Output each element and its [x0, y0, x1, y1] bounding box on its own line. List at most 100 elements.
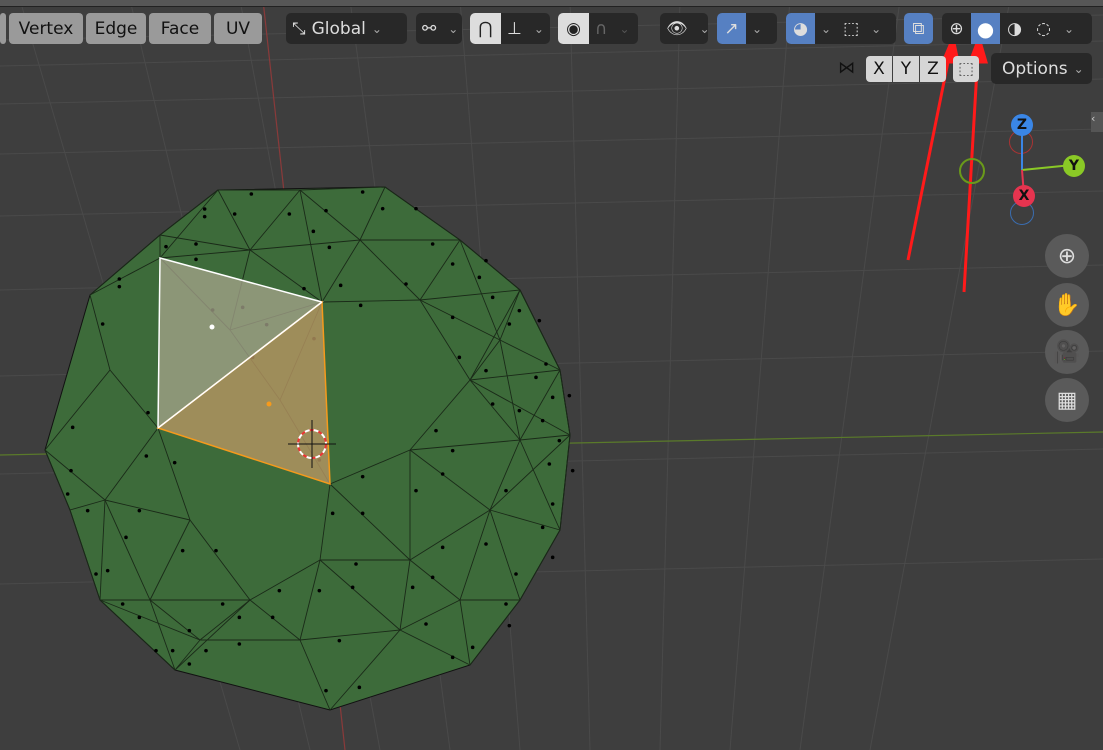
edge-select-button[interactable]: Edge — [86, 13, 146, 44]
snapping-group[interactable]: ⋂ ⊥ ⌄ — [470, 13, 550, 44]
face-dot — [434, 428, 438, 433]
face-dot — [202, 207, 207, 211]
3d-viewport[interactable] — [0, 0, 1103, 750]
face-dot — [237, 642, 242, 646]
mirror-x-toggle[interactable]: X — [866, 56, 892, 82]
face-dot — [194, 242, 198, 246]
proportional-edit-icon[interactable]: ◉ — [558, 13, 589, 44]
face-dot — [172, 460, 177, 465]
face-dot — [540, 525, 545, 530]
options-label: Options — [1002, 58, 1068, 79]
face-dot — [124, 535, 128, 540]
shading-group[interactable]: ⊕ ● ◑ ◌ ⌄ — [942, 13, 1092, 44]
face-dot — [517, 308, 522, 313]
grid-line — [0, 190, 1103, 217]
mirror-z-toggle[interactable]: Z — [920, 56, 946, 82]
gizmo-dropdown[interactable]: ↗ ⌄ — [717, 13, 777, 44]
overlays-icon[interactable]: ◕ — [786, 13, 815, 44]
mesh-edit-overlay-icon[interactable]: ⬚ — [837, 13, 865, 44]
grid-line — [569, 0, 591, 750]
face-dot — [202, 214, 207, 219]
chevron-down-icon: ⌄ — [1073, 61, 1084, 76]
face-dot — [287, 212, 292, 216]
face-dot — [414, 488, 418, 493]
face-dot — [354, 562, 358, 566]
face-dot — [237, 615, 242, 620]
grid-line — [0, 78, 1103, 105]
gizmo-icon[interactable]: ↗ — [717, 13, 746, 44]
gizmo-y-axis[interactable]: Y — [1063, 155, 1085, 177]
face-dot — [380, 206, 385, 211]
pivot-point-dropdown[interactable]: ⚯ ⌄ — [416, 13, 462, 44]
face-dot — [337, 638, 342, 643]
selectability-dropdown[interactable]: 👁 ⌄ — [660, 13, 710, 44]
overlays-group[interactable]: ◕ ⌄ ⬚ ⌄ — [786, 13, 896, 44]
face-dot — [570, 468, 575, 473]
face-dot — [330, 511, 335, 516]
gizmo-z-axis[interactable]: Z — [1011, 114, 1033, 136]
face-dot — [404, 282, 408, 286]
hand-icon: ✋ — [1053, 292, 1081, 318]
face-dot — [117, 277, 122, 281]
face-dot — [504, 602, 508, 606]
chevron-down-icon: ⌄ — [821, 21, 832, 36]
face-dot — [360, 511, 365, 516]
face-dot — [457, 355, 462, 360]
camera-view-button[interactable]: 🎥 — [1045, 330, 1089, 374]
grid-line — [0, 128, 1103, 155]
face-dot — [249, 192, 254, 196]
face-dot — [85, 508, 90, 513]
face-dot — [537, 318, 542, 323]
uv-select-button[interactable]: UV — [214, 13, 262, 44]
face-dot — [65, 492, 70, 496]
material-preview-icon[interactable]: ◑ — [1000, 13, 1029, 44]
face-dot — [360, 474, 365, 479]
chevron-down-icon: ⌄ — [448, 21, 459, 36]
snap-increment-icon[interactable]: ⊥ — [501, 13, 528, 44]
face-dot — [324, 688, 328, 693]
face-dot — [120, 602, 125, 606]
snap-magnet-icon[interactable]: ⋂ — [470, 13, 501, 44]
selected-face-center-dot — [209, 324, 215, 330]
face-dot — [311, 229, 316, 234]
face-dot — [187, 628, 192, 633]
grid-line — [869, 0, 1011, 750]
mirror-y-toggle[interactable]: Y — [893, 56, 919, 82]
face-dot — [350, 585, 355, 590]
gizmo-x-axis[interactable]: X — [1013, 185, 1035, 207]
face-dot — [430, 242, 435, 246]
face-dot — [540, 418, 545, 423]
face-select-button[interactable]: Face — [149, 13, 211, 44]
face-dot — [484, 258, 488, 263]
face-dot — [357, 685, 362, 690]
face-dot — [146, 410, 150, 415]
falloff-curve-icon[interactable]: ∩ — [589, 13, 613, 44]
face-dot — [490, 295, 495, 300]
wireframe-shading-icon[interactable]: ⊕ — [942, 13, 971, 44]
rendered-shading-icon[interactable]: ◌ — [1029, 13, 1058, 44]
proportional-edit-group[interactable]: ◉ ∩ ⌄ — [558, 13, 638, 44]
zoom-button[interactable]: ⊕ — [1045, 234, 1089, 278]
vertex-select-button[interactable]: Vertex — [9, 13, 83, 44]
face-dot — [534, 375, 538, 380]
auto-merge-toggle[interactable]: ⬚ — [953, 56, 979, 82]
pan-button[interactable]: ✋ — [1045, 283, 1089, 327]
mode-button-partial[interactable] — [0, 13, 6, 44]
orientation-label: Global — [311, 18, 366, 39]
options-dropdown[interactable]: Options ⌄ — [991, 53, 1092, 84]
solid-shading-icon[interactable]: ● — [971, 13, 1000, 44]
face-dot — [477, 275, 482, 280]
top-editor-border — [0, 0, 1103, 7]
face-dot — [338, 283, 343, 288]
face-dot — [170, 648, 175, 653]
xray-toggle[interactable]: ⧉ — [904, 13, 933, 44]
perspective-toggle-button[interactable]: ▦ — [1045, 378, 1089, 422]
face-dot — [194, 257, 198, 262]
eye-cursor-icon: 👁 — [666, 18, 688, 39]
face-dot — [430, 575, 435, 580]
grid-line — [799, 0, 901, 750]
transform-orientation-dropdown[interactable]: ⤡ Global ⌄ — [286, 13, 407, 44]
sidebar-toggle[interactable]: ‹ — [1091, 112, 1103, 132]
grid-line — [659, 0, 681, 750]
face-dot — [154, 648, 158, 653]
